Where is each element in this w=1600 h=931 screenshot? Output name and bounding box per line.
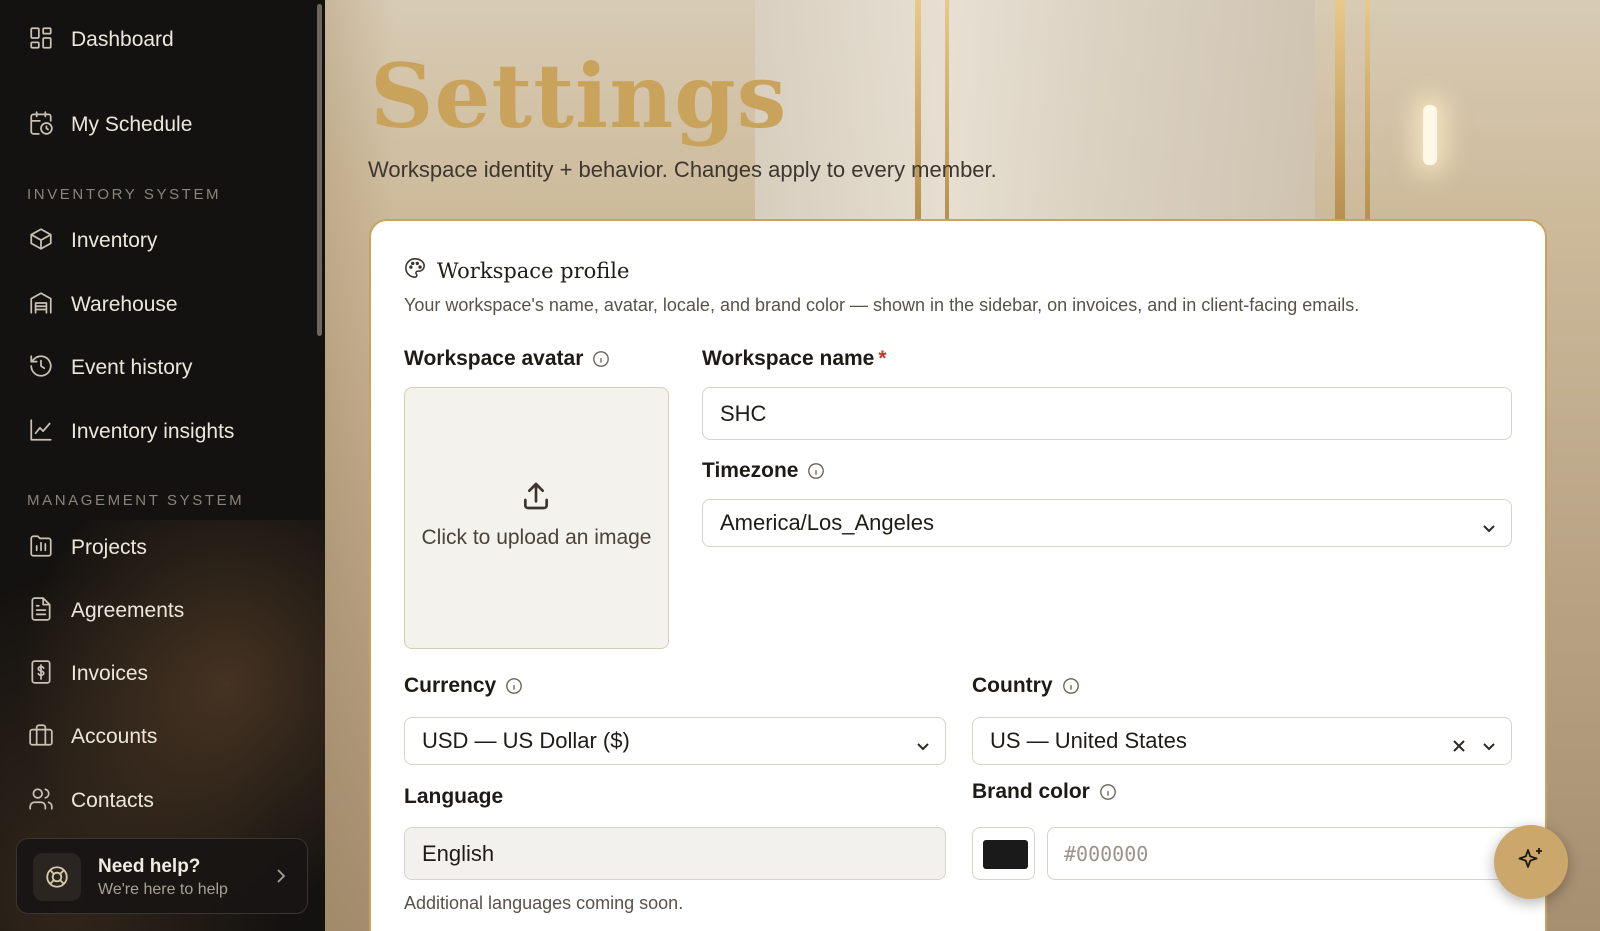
sidebar-item-accounts[interactable]: Accounts [28, 722, 157, 752]
info-icon[interactable] [807, 462, 825, 480]
page-title: Settings [370, 44, 788, 148]
warehouse-icon [28, 290, 54, 321]
timezone-label-text: Timezone [702, 459, 799, 482]
language-help-text: Additional languages coming soon. [404, 893, 684, 913]
timezone-select[interactable]: America/Los_Angeles [702, 499, 1512, 547]
language-value: English [422, 840, 495, 866]
users-icon [28, 786, 54, 817]
timezone-value: America/Los_Angeles [720, 510, 935, 535]
invoice-icon [28, 659, 54, 690]
sidebar-item-agreements[interactable]: Agreements [28, 596, 184, 626]
help-subtitle: We're here to help [98, 881, 228, 898]
background-gold-strip [1365, 0, 1370, 220]
chevron-down-icon [1481, 516, 1497, 533]
chart-line-icon [28, 417, 54, 448]
card-header: Workspace profile [404, 257, 629, 284]
sidebar-item-label: Event history [71, 356, 193, 379]
chevron-down-icon [915, 734, 931, 751]
upload-icon [520, 480, 552, 512]
sidebar-item-dashboard[interactable]: Dashboard [28, 25, 174, 55]
timezone-label: Timezone [702, 459, 825, 483]
sidebar-item-label: Invoices [71, 662, 149, 685]
background-gold-strip [945, 0, 949, 220]
card-title: Workspace profile [437, 258, 630, 283]
projects-icon [28, 533, 54, 564]
info-icon[interactable] [1099, 783, 1117, 801]
calendar-clock-icon [28, 110, 54, 141]
language-label-text: Language [404, 785, 504, 808]
info-icon[interactable] [505, 677, 523, 695]
currency-value: USD — US Dollar ($) [422, 728, 630, 753]
currency-label: Currency [404, 674, 523, 698]
workspace-name-label: Workspace name * [702, 347, 887, 371]
sidebar-scrollbar[interactable] [317, 4, 322, 336]
palette-icon [404, 257, 426, 284]
sidebar-item-warehouse[interactable]: Warehouse [28, 290, 178, 320]
sidebar-item-my-schedule[interactable]: My Schedule [28, 110, 192, 140]
lifebuoy-icon [33, 853, 81, 901]
currency-select[interactable]: USD — US Dollar ($) [404, 717, 946, 765]
sidebar-item-invoices[interactable]: Invoices [28, 659, 148, 689]
sidebar-item-label: Inventory insights [71, 420, 235, 443]
sidebar-item-label: Contacts [71, 789, 154, 812]
clear-icon[interactable] [1451, 734, 1467, 752]
brand-color-picker[interactable] [972, 827, 1035, 880]
required-marker: * [878, 347, 887, 370]
sidebar-item-projects[interactable]: Projects [28, 533, 147, 563]
sparkles-icon [1515, 844, 1547, 881]
avatar-upload-dropzone[interactable]: Click to upload an image [404, 387, 669, 649]
avatar-label-text: Workspace avatar [404, 347, 584, 370]
background-marble-wall [755, 0, 1315, 220]
background-lamp [1423, 105, 1437, 165]
box-icon [28, 226, 54, 257]
sidebar-item-label: My Schedule [71, 113, 193, 136]
brand-color-swatch [983, 840, 1028, 869]
country-select[interactable]: US — United States [972, 717, 1512, 765]
sidebar-item-label: Dashboard [71, 28, 174, 51]
background-gold-strip [1335, 0, 1345, 220]
country-label: Country [972, 674, 1080, 698]
workspace-profile-card: Workspace profile Your workspace's name,… [369, 219, 1547, 931]
sidebar-item-label: Agreements [71, 599, 185, 622]
country-value: US — United States [990, 728, 1187, 753]
brand-color-placeholder: #000000 [1064, 841, 1149, 866]
workspace-name-input[interactable]: SHC [702, 387, 1512, 440]
briefcase-icon [28, 722, 54, 753]
upload-text: Click to upload an image [421, 526, 652, 549]
currency-label-text: Currency [404, 674, 497, 697]
info-icon[interactable] [592, 350, 610, 368]
document-icon [28, 596, 54, 627]
chevron-right-icon [275, 867, 287, 885]
info-icon[interactable] [1062, 677, 1080, 695]
brand-color-label: Brand color [972, 780, 1117, 804]
brand-color-label-text: Brand color [972, 780, 1090, 803]
sidebar-item-label: Warehouse [71, 293, 178, 316]
brand-color-hex-input[interactable]: #000000 [1047, 827, 1527, 880]
section-header-inventory: INVENTORY SYSTEM [27, 186, 222, 203]
chevron-down-icon [1481, 734, 1497, 751]
history-icon [28, 353, 54, 384]
sidebar: Dashboard My Schedule INVENTORY SYSTEM I… [0, 0, 325, 931]
sidebar-item-inventory-insights[interactable]: Inventory insights [28, 417, 234, 447]
page-subtitle: Workspace identity + behavior. Changes a… [368, 157, 997, 182]
sidebar-item-contacts[interactable]: Contacts [28, 786, 154, 816]
sidebar-item-label: Projects [71, 536, 147, 559]
sidebar-item-inventory[interactable]: Inventory [28, 226, 157, 256]
workspace-name-value: SHC [720, 400, 767, 426]
avatar-label: Workspace avatar [404, 347, 610, 371]
help-title: Need help? [98, 856, 201, 877]
sidebar-item-event-history[interactable]: Event history [28, 353, 192, 383]
ai-assistant-button[interactable] [1494, 825, 1568, 899]
help-card[interactable]: Need help? We're here to help [16, 838, 308, 914]
language-label: Language [404, 785, 503, 809]
country-label-text: Country [972, 674, 1053, 697]
card-description: Your workspace's name, avatar, locale, a… [404, 295, 1360, 315]
workspace-name-label-text: Workspace name [702, 347, 875, 370]
language-select[interactable]: English [404, 827, 946, 880]
background-gold-strip [915, 0, 921, 220]
sidebar-item-label: Inventory [71, 229, 158, 252]
dashboard-icon [28, 25, 54, 56]
sidebar-item-label: Accounts [71, 725, 158, 748]
section-header-management: MANAGEMENT SYSTEM [27, 492, 245, 509]
